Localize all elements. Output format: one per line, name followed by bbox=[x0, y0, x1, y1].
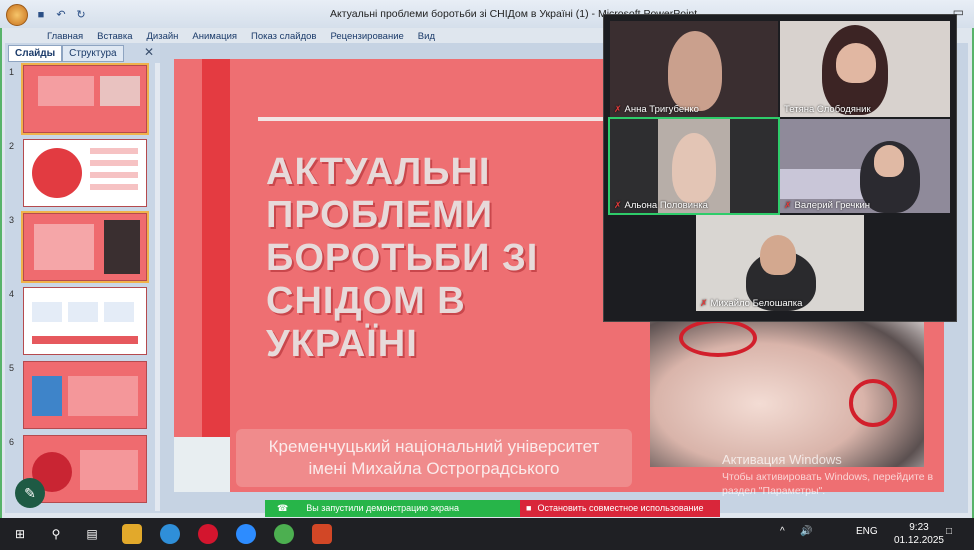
participant-name: Альона Половинка bbox=[624, 200, 708, 211]
participant-tile[interactable]: ✗ Валерий Гречкин bbox=[780, 119, 950, 213]
opera-icon[interactable] bbox=[198, 524, 218, 544]
slide-accent-strip bbox=[202, 59, 230, 492]
participant-name: Михайло Белошапка bbox=[710, 298, 803, 309]
clock-date: 01.12.2025 bbox=[893, 535, 944, 546]
screen-share-status: ☎ Вы запустили демонстрацию экрана bbox=[265, 500, 520, 517]
participant-tile[interactable]: ✗ Анна Тригубенко bbox=[610, 21, 778, 117]
video-call-panel: ✗ Анна Тригубенко Тетяна Слободяник ✗ Альо… bbox=[603, 14, 957, 322]
participant-name: Валерий Гречкин bbox=[794, 200, 871, 211]
tab-animation[interactable]: Анимация bbox=[185, 31, 244, 42]
close-panel-icon[interactable]: ✕ bbox=[144, 45, 154, 59]
undo-icon[interactable]: ↶ bbox=[54, 8, 68, 22]
windows-start-icon[interactable]: ⊞ bbox=[10, 524, 30, 544]
tab-outline[interactable]: Структура bbox=[62, 45, 124, 62]
quick-access-toolbar: ■ ↶ ↻ bbox=[6, 4, 88, 26]
red-ribbon-icon bbox=[679, 319, 757, 357]
clock-time: 9:23 bbox=[909, 522, 929, 533]
tab-home[interactable]: Главная bbox=[40, 31, 90, 42]
ribbon-tabs: Главная Вставка Дизайн Анимация Показ сл… bbox=[40, 31, 442, 42]
muted-mic-icon: ✗ bbox=[784, 200, 792, 210]
participant-name: Тетяна Слободяник bbox=[784, 104, 871, 115]
subtitle-line-1: Кременчуцький національний університет bbox=[268, 437, 600, 456]
speaker-icon[interactable]: 🔊 bbox=[800, 526, 812, 537]
notifications-icon[interactable]: □ bbox=[946, 526, 952, 537]
muted-mic-icon: ✗ bbox=[614, 200, 622, 210]
tab-slides[interactable]: Слайды bbox=[8, 45, 63, 62]
slide-subtitle: Кременчуцький національний університет і… bbox=[236, 436, 632, 480]
office-logo-icon[interactable] bbox=[6, 4, 28, 26]
slide-thumbnail[interactable]: 5 bbox=[5, 359, 153, 433]
activation-title: Активация Windows bbox=[722, 452, 842, 467]
slide-thumbnail[interactable]: 3 bbox=[5, 211, 153, 285]
slide-subtitle-box[interactable]: Кременчуцький національний університет і… bbox=[236, 429, 632, 487]
subtitle-line-2: імені Михайла Остроградського bbox=[308, 459, 560, 478]
minimize-icon[interactable]: ▭ bbox=[953, 5, 964, 19]
taskbar: ⊞ ⚲ ▤ ^ 🔊 ENG 9:23 01.12.2025 □ bbox=[0, 518, 974, 550]
muted-mic-icon: ✗ bbox=[700, 298, 708, 308]
clock[interactable]: 9:23 01.12.2025 bbox=[894, 521, 944, 547]
slides-panel: Слайды Структура ✕ 1 2 3 4 5 6 bbox=[5, 43, 163, 513]
participant-tile[interactable]: ✗ Михайло Белошапка bbox=[696, 215, 864, 311]
slide-thumbnail[interactable]: 4 bbox=[5, 285, 153, 359]
participant-tile[interactable]: ✗ Альона Половинка bbox=[608, 117, 780, 215]
stop-share-label: Остановить совместное использование bbox=[537, 503, 704, 513]
slide-corner-block bbox=[174, 437, 230, 492]
participant-tile[interactable]: Тетяна Слободяник bbox=[780, 21, 950, 117]
slide-thumbnail[interactable]: 2 bbox=[5, 137, 153, 211]
tab-slideshow[interactable]: Показ слайдов bbox=[244, 31, 323, 42]
redo-icon[interactable]: ↻ bbox=[74, 8, 88, 22]
search-icon[interactable]: ⚲ bbox=[46, 524, 66, 544]
tab-review[interactable]: Рецензирование bbox=[323, 31, 410, 42]
language-indicator[interactable]: ENG bbox=[856, 526, 878, 537]
phone-icon: ☎ bbox=[277, 503, 289, 513]
slide-divider-line bbox=[258, 117, 618, 121]
save-icon[interactable]: ■ bbox=[34, 8, 48, 22]
stop-icon: ■ bbox=[526, 503, 532, 513]
zoom-icon[interactable] bbox=[236, 524, 256, 544]
tab-view[interactable]: Вид bbox=[411, 31, 442, 42]
muted-mic-icon: ✗ bbox=[614, 104, 622, 114]
red-ribbon-icon bbox=[849, 379, 897, 427]
chevron-up-icon[interactable]: ^ bbox=[780, 526, 785, 537]
file-explorer-icon[interactable] bbox=[122, 524, 142, 544]
slide-title[interactable]: АКТУАЛЬНІ ПРОБЛЕМИ БОРОТЬБИ ЗІ СНІДОМ В … bbox=[266, 151, 606, 366]
chrome-icon[interactable] bbox=[160, 524, 180, 544]
share-status-text: Вы запустили демонстрацию экрана bbox=[306, 503, 460, 513]
tab-design[interactable]: Дизайн bbox=[139, 31, 185, 42]
pen-icon[interactable]: ✎ bbox=[15, 478, 45, 508]
chrome-icon[interactable] bbox=[274, 524, 294, 544]
activation-text: Чтобы активировать Windows, перейдите в … bbox=[722, 471, 934, 497]
participant-name: Анна Тригубенко bbox=[624, 104, 699, 115]
powerpoint-icon[interactable] bbox=[312, 524, 332, 544]
slide-thumbnail[interactable]: 1 bbox=[5, 63, 153, 137]
tab-insert[interactable]: Вставка bbox=[90, 31, 139, 42]
stop-share-button[interactable]: ■ Остановить совместное использование bbox=[520, 500, 720, 517]
task-view-icon[interactable]: ▤ bbox=[82, 524, 102, 544]
